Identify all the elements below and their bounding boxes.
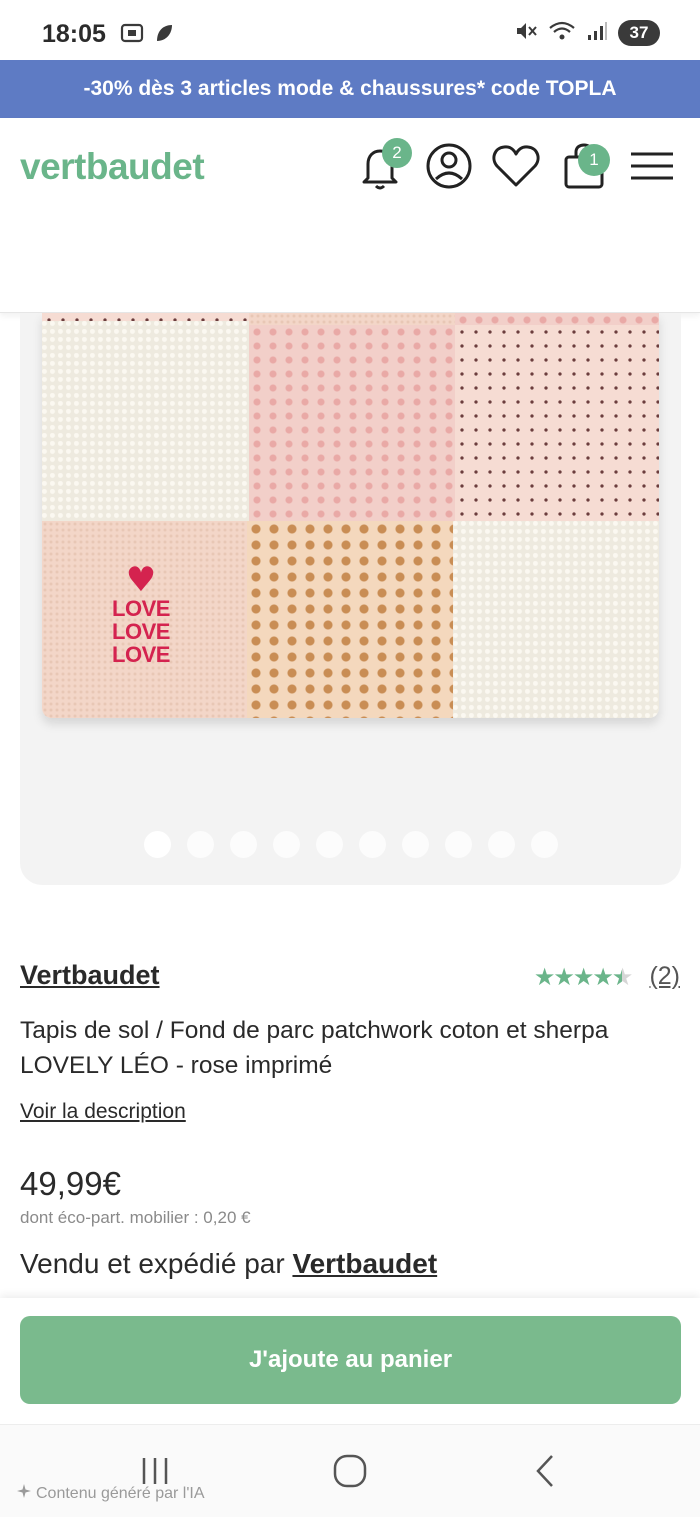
signal-icon: [586, 20, 608, 46]
battery-indicator: 37: [618, 20, 660, 46]
eco-participation: dont éco-part. mobilier : 0,20 €: [20, 1208, 251, 1227]
product-rating[interactable]: ★★★★★★ (2): [534, 962, 680, 991]
gallery-dot[interactable]: [530, 831, 558, 858]
gallery-dot[interactable]: [186, 831, 214, 858]
heart-icon: [491, 143, 541, 193]
rating-count-link[interactable]: (2): [649, 962, 680, 991]
cart-badge: 1: [578, 144, 610, 176]
menu-button[interactable]: [624, 138, 680, 198]
gallery-dot[interactable]: [358, 831, 386, 858]
sparkle-icon: [16, 1483, 32, 1504]
love-word-3: LOVE: [112, 642, 170, 667]
ai-generated-note: Contenu généré par l'IA: [16, 1483, 205, 1504]
account-button[interactable]: [421, 138, 477, 198]
sold-by: Vendu et expédié par Vertbaudet: [20, 1248, 437, 1280]
back-icon: [532, 1453, 560, 1493]
gallery-dot[interactable]: [272, 831, 300, 858]
account-icon: [424, 141, 474, 195]
love-embroidery: ♥ LOVE LOVE LOVE: [106, 563, 176, 666]
gallery-dot[interactable]: [143, 831, 171, 858]
menu-icon: [629, 149, 675, 187]
status-bar: 18:05 37: [0, 0, 700, 60]
brand-link[interactable]: Vertbaudet: [20, 960, 160, 991]
wishlist-button[interactable]: [488, 138, 544, 198]
promo-banner[interactable]: -30% dès 3 articles mode & chaussures* c…: [0, 60, 700, 118]
vertbaudet-logo[interactable]: vertbaudet: [20, 146, 205, 188]
add-to-cart-bar: J'ajoute au panier: [0, 1298, 700, 1424]
gallery-dot[interactable]: [401, 831, 429, 858]
add-to-cart-button[interactable]: J'ajoute au panier: [20, 1316, 681, 1404]
product-price: 49,99€: [20, 1165, 121, 1202]
back-button[interactable]: [516, 1453, 576, 1493]
status-time: 18:05: [42, 20, 106, 48]
cart-button[interactable]: 1: [556, 138, 612, 198]
site-header: vertbaudet 2 1: [0, 118, 700, 313]
love-word-2: LOVE: [112, 619, 170, 644]
seller-link[interactable]: Vertbaudet: [292, 1248, 437, 1279]
leaf-icon: [154, 22, 174, 48]
rating-stars-icon: ★★★★★★: [533, 962, 634, 991]
gallery-dot[interactable]: [444, 831, 472, 858]
sold-by-prefix: Vendu et expédié par: [20, 1248, 285, 1279]
system-nav-bar: Contenu généré par l'IA: [0, 1424, 700, 1517]
love-word-1: LOVE: [112, 596, 170, 621]
mute-icon: [514, 20, 538, 46]
screenshot-icon: [120, 22, 144, 48]
view-description-link[interactable]: Voir la description: [20, 1100, 186, 1124]
notifications-badge: 2: [382, 138, 412, 168]
product-image-gallery[interactable]: ♥ LOVE LOVE LOVE: [20, 313, 681, 885]
ai-generated-label: Contenu généré par l'IA: [36, 1484, 205, 1502]
home-icon: [332, 1453, 368, 1493]
product-title: Tapis de sol / Fond de parc patchwork co…: [20, 1013, 700, 1083]
notifications-button[interactable]: 2: [352, 138, 412, 198]
home-button[interactable]: [320, 1453, 380, 1493]
product-title-line2: LOVELY LÉO - rose imprimé: [20, 1052, 333, 1079]
product-title-line1: Tapis de sol / Fond de parc patchwork co…: [20, 1017, 609, 1044]
product-image: ♥ LOVE LOVE LOVE: [42, 313, 659, 718]
gallery-pagination: [20, 831, 681, 858]
embroidered-heart-icon: ♥: [125, 560, 157, 600]
gallery-dot[interactable]: [229, 831, 257, 858]
gallery-dot[interactable]: [315, 831, 343, 858]
gallery-dot[interactable]: [487, 831, 515, 858]
wifi-icon: [548, 20, 576, 46]
